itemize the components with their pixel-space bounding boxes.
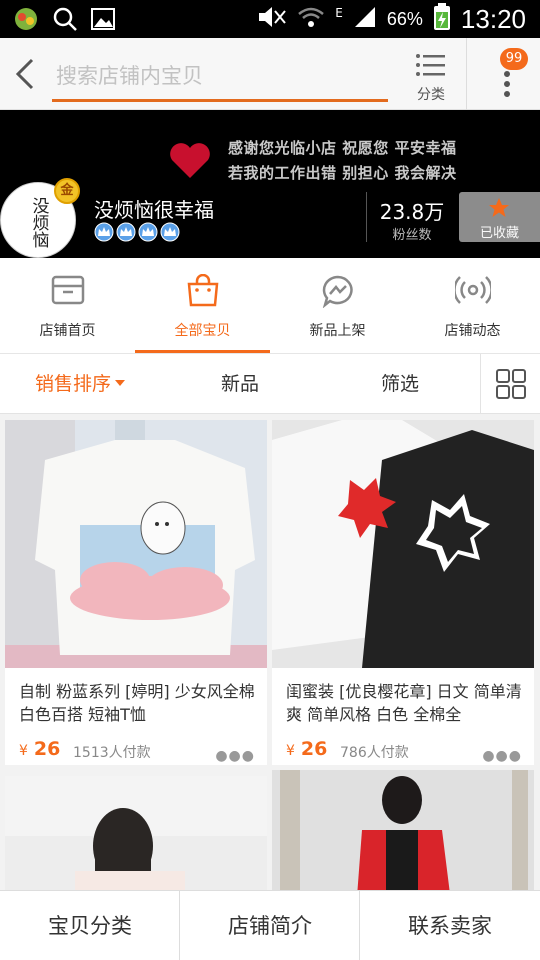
tab-label: 新品上架 xyxy=(309,323,366,339)
broadcast-icon xyxy=(455,276,491,304)
product-photo xyxy=(272,770,534,890)
battery-icon xyxy=(433,3,451,35)
banner-text-line1: 感谢您光临小店 祝愿您 平安幸福 xyxy=(228,139,457,157)
grid-view-toggle[interactable] xyxy=(480,354,540,414)
more-options-icon[interactable]: ●●● xyxy=(482,748,522,764)
status-right-icons: E 66% 13:20 xyxy=(257,3,526,35)
bottom-bar: 宝贝分类 店铺简介 联系卖家 xyxy=(0,890,540,960)
price-value: 26 xyxy=(300,738,328,760)
product-card[interactable]: 闺蜜装 [优良樱花章] 日文 简单清爽 简单风格 白色 全棉全 ¥26 786人… xyxy=(272,420,534,765)
sort-sales-label: 销售排序 xyxy=(34,373,111,395)
gallery-icon xyxy=(90,7,116,35)
active-tab-indicator xyxy=(135,350,270,353)
product-image xyxy=(5,420,267,668)
product-title: 自制 粉蓝系列 [婷明] 少女风全棉 白色百搭 短袖T恤 xyxy=(19,682,255,724)
collect-label: 已收藏 xyxy=(479,226,519,241)
more-options-icon[interactable]: ●●● xyxy=(215,748,255,764)
more-menu-button[interactable]: 99 xyxy=(480,46,536,106)
crown-icon xyxy=(138,222,158,242)
crown-icon xyxy=(116,222,136,242)
product-card[interactable]: 自制 粉蓝系列 [婷明] 少女风全棉 白色百搭 短袖T恤 ¥26 1513人付款… xyxy=(5,420,267,765)
product-card[interactable] xyxy=(5,776,267,890)
wifi-icon xyxy=(297,5,325,33)
sort-by-sales[interactable]: 销售排序 xyxy=(10,354,150,414)
tab-label: 全部宝贝 xyxy=(174,323,231,339)
screen: E 66% 13:20 分类 xyxy=(0,0,540,960)
tab-updates[interactable]: 店铺动态 xyxy=(405,258,540,354)
shop-banner: 感谢您光临小店 祝愿您 平安幸福 若我的工作出错 别担心 我会解决 没烦恼 金 … xyxy=(0,110,540,258)
chevron-left-icon xyxy=(15,58,34,90)
bottom-category-button[interactable]: 宝贝分类 xyxy=(0,891,180,960)
sort-bar: 销售排序 新品 筛选 xyxy=(0,354,540,414)
currency-symbol: ¥ xyxy=(286,743,295,759)
sort-by-new[interactable]: 新品 xyxy=(180,354,300,414)
store-icon xyxy=(51,275,85,305)
product-grid: 自制 粉蓝系列 [婷明] 少女风全棉 白色百搭 短袖T恤 ¥26 1513人付款… xyxy=(0,414,540,890)
category-button[interactable]: 分类 xyxy=(404,48,458,106)
product-title: 闺蜜装 [优良樱花章] 日文 简单清爽 简单风格 白色 全棉全 xyxy=(286,682,522,724)
product-price: ¥26 xyxy=(19,738,60,760)
price-value: 26 xyxy=(33,738,61,760)
banner-text-line2: 若我的工作出错 别担心 我会解决 xyxy=(228,164,457,182)
shopping-bag-icon xyxy=(187,274,219,307)
currency-symbol: ¥ xyxy=(19,743,28,759)
shop-name: 没烦恼很幸福 xyxy=(94,198,214,222)
product-photo xyxy=(272,420,534,668)
product-photo xyxy=(5,776,267,890)
app-notification-icon xyxy=(12,6,40,36)
crown-icon xyxy=(94,222,114,242)
bottom-intro-button[interactable]: 店铺简介 xyxy=(180,891,360,960)
crown-icon xyxy=(160,222,180,242)
collect-button[interactable]: 已收藏 xyxy=(459,192,540,242)
clock: 13:20 xyxy=(460,3,526,34)
grid-icon xyxy=(496,369,526,399)
sales-count: 1513人付款 xyxy=(73,745,151,761)
fans-count: 23.8万 xyxy=(379,200,445,224)
status-bar: E 66% 13:20 xyxy=(0,0,540,38)
product-card[interactable] xyxy=(272,770,534,890)
heart-icon xyxy=(170,143,210,178)
search-bar[interactable] xyxy=(52,52,388,102)
product-image xyxy=(272,420,534,668)
header-divider xyxy=(466,38,467,110)
header: 分类 99 xyxy=(0,38,540,110)
product-photo xyxy=(5,420,267,668)
network-type-label: E xyxy=(335,6,343,20)
messenger-icon xyxy=(322,275,353,308)
list-icon xyxy=(416,54,445,76)
fans-label: 粉丝数 xyxy=(392,228,432,243)
tab-label: 店铺动态 xyxy=(444,323,501,339)
tab-all-items[interactable]: 全部宝贝 xyxy=(135,258,270,354)
star-icon xyxy=(489,198,509,217)
tab-home[interactable]: 店铺首页 xyxy=(0,258,135,354)
signal-icon xyxy=(353,5,377,33)
fans-divider xyxy=(366,192,367,242)
search-icon xyxy=(52,6,78,36)
category-label: 分类 xyxy=(417,87,445,103)
tab-label: 店铺首页 xyxy=(39,323,96,339)
filter-button[interactable]: 筛选 xyxy=(340,354,460,414)
tab-new-arrivals[interactable]: 新品上架 xyxy=(270,258,405,354)
gold-seller-badge: 金 xyxy=(54,178,80,204)
mute-icon xyxy=(257,5,287,33)
bottom-contact-button[interactable]: 联系卖家 xyxy=(360,891,540,960)
product-price: ¥26 xyxy=(286,738,327,760)
caret-down-icon xyxy=(115,379,125,386)
search-input[interactable] xyxy=(52,52,388,99)
sales-count: 786人付款 xyxy=(340,745,409,761)
more-vertical-icon xyxy=(504,71,510,97)
shop-tabs: 店铺首页 全部宝贝 新品上架 店铺动态 xyxy=(0,258,540,354)
shop-rating-crowns xyxy=(94,222,180,242)
status-left-icons xyxy=(12,6,116,36)
back-button[interactable] xyxy=(10,56,40,92)
battery-percent: 66% xyxy=(386,8,423,29)
notification-badge: 99 xyxy=(500,48,528,70)
